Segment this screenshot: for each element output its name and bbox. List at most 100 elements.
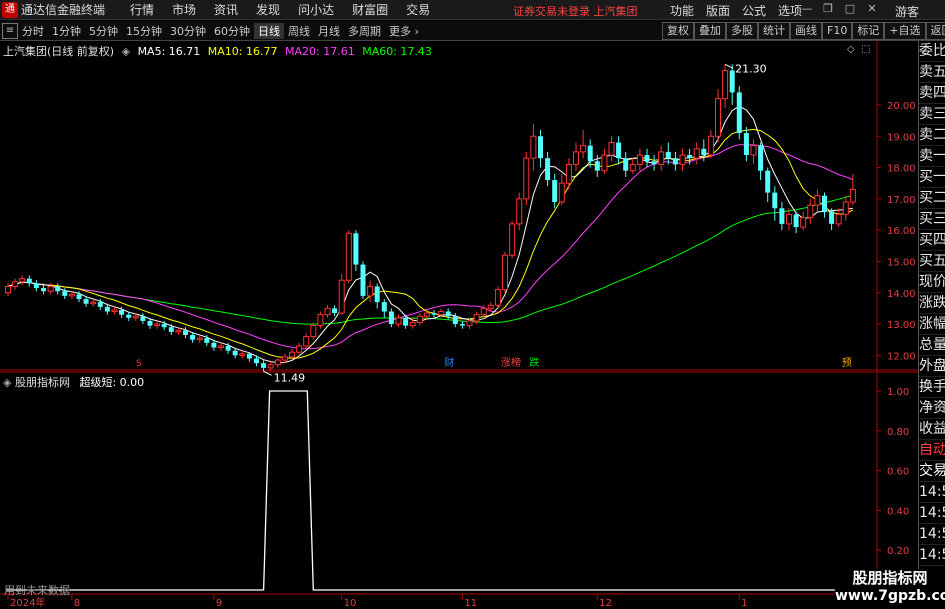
- period-intraday[interactable]: 分时: [18, 23, 48, 39]
- ma-toggle-icon[interactable]: ◈: [122, 45, 130, 58]
- low-price-label: 11.49: [274, 371, 306, 384]
- watermark-url: www.7gpzb.com: [835, 588, 945, 604]
- side-label[interactable]: 自动: [919, 440, 945, 461]
- button-multi-stock[interactable]: 多股: [726, 22, 758, 40]
- period-15min[interactable]: 15分钟: [122, 23, 166, 39]
- candle-body: [736, 92, 742, 134]
- minimize-icon[interactable]: —: [800, 2, 814, 16]
- period-weekly[interactable]: 周线: [284, 23, 314, 39]
- candle-body: [715, 98, 721, 137]
- chart-settings-icon[interactable]: ◇: [847, 44, 855, 55]
- candle-body: [126, 314, 132, 318]
- candle-body: [76, 294, 82, 300]
- candle-body: [772, 192, 778, 209]
- kline-chart-area[interactable]: 20.00 19.00 18.00 17.00 16.00 15.00 14.00 13.00…: [0, 41, 945, 609]
- close-icon[interactable]: ✕: [865, 2, 879, 16]
- candle-body: [623, 158, 629, 171]
- restore-icon[interactable]: ❐: [821, 2, 835, 16]
- menu-wealth[interactable]: 财富圈: [343, 1, 397, 18]
- period-5min[interactable]: 5分钟: [85, 23, 122, 39]
- indicator-toggle-icon[interactable]: ◈: [3, 376, 11, 389]
- maximize-icon[interactable]: □: [843, 2, 857, 16]
- side-label: 买五: [919, 251, 945, 272]
- candle-body: [232, 350, 238, 356]
- period-daily[interactable]: 日线: [254, 22, 284, 39]
- period-1min[interactable]: 1分钟: [48, 23, 85, 39]
- candle[interactable]: [523, 151, 530, 206]
- guest-user[interactable]: 游客: [895, 3, 919, 20]
- candle-body: [765, 170, 771, 193]
- app-title: 通达信金融终端: [21, 3, 106, 17]
- candle-body: [388, 311, 394, 325]
- button-draw[interactable]: 画线: [790, 22, 822, 40]
- menu-layout[interactable]: 版面: [700, 2, 736, 19]
- candle-body: [218, 345, 224, 349]
- price-tick-label: 16.00: [887, 226, 916, 237]
- ind-tick-label: 0.20: [887, 546, 909, 557]
- period-monthly[interactable]: 月线: [314, 23, 344, 39]
- menu-trade[interactable]: 交易: [397, 1, 439, 18]
- candle-body: [494, 289, 501, 306]
- menu-toggle-icon[interactable]: ≡: [2, 22, 18, 39]
- period-more[interactable]: 更多 ›: [385, 23, 423, 39]
- candle-body: [111, 309, 118, 313]
- candle-body: [587, 145, 593, 162]
- candle-body: [338, 279, 345, 314]
- period-multi[interactable]: 多周期: [344, 23, 385, 39]
- candle[interactable]: [502, 252, 508, 293]
- event-marker[interactable]: 跌: [529, 356, 539, 369]
- app-window: 通 通达信金融终端 行情 市场 资讯 发现 问小达 财富圈 交易 证券交易未登录…: [0, 0, 945, 609]
- period-30min[interactable]: 30分钟: [166, 23, 210, 39]
- side-label: 14:56: [919, 482, 945, 503]
- menu-discover[interactable]: 发现: [247, 1, 289, 18]
- side-label: 买四: [919, 230, 945, 251]
- event-marker[interactable]: 预: [842, 357, 852, 369]
- candle-body: [758, 145, 764, 171]
- candle-body: [672, 158, 678, 165]
- candle-body: [545, 158, 551, 181]
- button-overlay[interactable]: 叠加: [694, 22, 726, 40]
- stock-title[interactable]: 上汽集团(日线 前复权): [3, 45, 114, 58]
- indicator-name[interactable]: 股朋指标网: [15, 376, 70, 389]
- candle-body: [523, 157, 530, 200]
- candle[interactable]: [494, 286, 501, 309]
- event-marker[interactable]: 财: [444, 356, 454, 369]
- ind-tick-label: 0.40: [887, 506, 909, 517]
- menu-functions[interactable]: 功能: [664, 2, 700, 19]
- candle-body: [47, 285, 54, 292]
- candle-body: [842, 201, 849, 215]
- chart-expand-icon[interactable]: ⬚: [861, 44, 870, 55]
- menu-quotes[interactable]: 行情: [121, 1, 163, 18]
- button-stats[interactable]: 统计: [758, 22, 790, 40]
- menu-market[interactable]: 市场: [163, 1, 205, 18]
- menu-formula[interactable]: 公式: [736, 2, 772, 19]
- candle[interactable]: [345, 230, 352, 284]
- top-menu-bar: 通 通达信金融终端 行情 市场 资讯 发现 问小达 财富圈 交易 证券交易未登录…: [0, 0, 945, 20]
- trade-login-notice[interactable]: 证券交易未登录 上汽集团: [513, 3, 638, 19]
- candle-body: [204, 338, 210, 343]
- candle-body: [281, 356, 288, 361]
- button-adjust[interactable]: 复权: [662, 22, 694, 40]
- menu-ask[interactable]: 问小达: [289, 1, 343, 18]
- price-tick-label: 19.00: [887, 132, 916, 143]
- candle-body: [552, 180, 558, 202]
- candle[interactable]: [736, 86, 742, 140]
- chart-info-bar: 上汽集团(日线 前复权) ◈ MA5: 16.71 MA10: 16.77 MA…: [3, 43, 436, 59]
- candle-body: [33, 283, 39, 289]
- side-label: 买二: [919, 188, 945, 209]
- menu-news[interactable]: 资讯: [205, 1, 247, 18]
- button-mark[interactable]: 标记: [852, 22, 885, 40]
- candle-body: [431, 313, 437, 315]
- candle[interactable]: [360, 261, 366, 300]
- candle[interactable]: [338, 273, 345, 315]
- button-f10[interactable]: F10: [822, 22, 853, 40]
- candle-body: [616, 142, 622, 159]
- candle-body: [147, 320, 153, 326]
- button-add-watchlist[interactable]: +自选: [884, 22, 926, 40]
- candle-body: [132, 315, 139, 319]
- price-tick-label: 15.00: [887, 257, 916, 268]
- button-back[interactable]: 返回: [925, 22, 945, 40]
- period-60min[interactable]: 60分钟: [210, 23, 254, 39]
- event-marker[interactable]: 涨榜: [501, 356, 521, 369]
- candle[interactable]: [509, 220, 516, 259]
